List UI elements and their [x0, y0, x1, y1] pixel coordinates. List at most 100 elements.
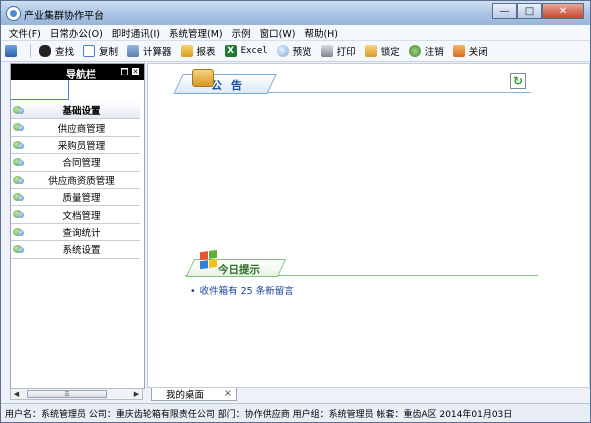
lock-icon [364, 45, 377, 57]
close-window-button[interactable]: ✕ [542, 3, 584, 19]
preview-button[interactable]: 预览 [276, 44, 312, 58]
sidebar-header: 导航栏 ■ ✕ [11, 64, 144, 81]
tab-my-desktop[interactable]: 我的桌面 × [151, 388, 237, 401]
calculator-label: 计算器 [143, 47, 172, 58]
nav-item-supplier-qualification[interactable]: 供应商资质管理 [11, 172, 140, 189]
notice-icon [192, 69, 214, 87]
excel-icon: X [224, 45, 237, 57]
menu-help[interactable]: 帮助(H) [304, 26, 338, 40]
find-button[interactable]: 查找 [39, 44, 74, 58]
close-label: 关闭 [468, 47, 488, 58]
close-icon: ✕ [558, 5, 568, 17]
report-button[interactable]: 报表 [180, 44, 216, 58]
sidebar-pin-button[interactable]: ■ [120, 67, 129, 76]
nav-item-supplier-management[interactable]: 供应商管理 [11, 119, 140, 137]
nav-item-label: 合同管理 [62, 158, 101, 170]
preview-label: 预览 [292, 47, 312, 58]
nav-item-label: 供应商管理 [57, 123, 106, 135]
window-controls: — □ ✕ [492, 3, 584, 19]
refresh-button[interactable]: ↻ [510, 73, 526, 89]
logout-button[interactable]: 注销 [408, 44, 444, 58]
nav-item-label: 质量管理 [62, 193, 101, 205]
app-logo-icon [6, 6, 21, 21]
nav-item-basic-settings[interactable]: 基础设置 [11, 102, 140, 120]
sidebar-title: 导航栏 [66, 70, 96, 81]
new-messages-link[interactable]: 收件箱有 25 条新留言 [190, 283, 294, 297]
lock-label: 锁定 [380, 47, 400, 58]
binoculars-icon [39, 45, 51, 57]
menu-window[interactable]: 窗口(W) [260, 26, 296, 40]
excel-button[interactable]: X Excel [224, 45, 268, 57]
copy-button[interactable]: 复制 [83, 44, 118, 58]
maximize-icon: □ [524, 5, 535, 17]
navigation-sidebar: 导航栏 ■ ✕ 基础设置 供应商管理 采购员管理 合同管理 供应商资质管理 质量… [10, 63, 145, 389]
menu-example[interactable]: 示例 [232, 26, 251, 40]
nav-item-label: 采购员管理 [57, 140, 106, 152]
document-tab-bar: 我的桌面 × [147, 387, 588, 402]
module-icon [13, 140, 24, 150]
module-icon [13, 157, 24, 167]
module-icon [13, 244, 24, 254]
calculator-button[interactable]: 计算器 [127, 44, 172, 58]
module-icon [13, 192, 24, 202]
tab-label: 我的桌面 [166, 390, 205, 401]
magnifier-icon [276, 45, 289, 57]
close-tab-icon[interactable]: × [224, 388, 232, 399]
refresh-icon: ↻ [512, 74, 524, 88]
printer-icon [320, 45, 333, 57]
menu-office[interactable]: 日常办公(O) [50, 26, 103, 40]
module-icon [13, 227, 24, 237]
sidebar-horizontal-scrollbar[interactable]: ◀ ☰ ▶ [10, 388, 143, 400]
app-window: 产业集群协作平台 — □ ✕ 文件(F) 日常办公(O) 即时通讯(I) 系统管… [0, 0, 591, 423]
copy-label: 复制 [99, 47, 119, 58]
module-icon [13, 105, 24, 115]
minimize-icon: — [499, 5, 510, 17]
excel-label: Excel [240, 46, 268, 56]
close-button[interactable]: 关闭 [452, 44, 488, 58]
menu-bar: 文件(F) 日常办公(O) 即时通讯(I) 系统管理(M) 示例 窗口(W) 帮… [1, 25, 590, 41]
nav-item-quality-management[interactable]: 质量管理 [11, 189, 140, 207]
pin-icon: ■ [121, 67, 128, 76]
toolbar: 查找 复制 计算器 报表 X Excel 预览 打印 锁定 注销 关闭 [1, 41, 590, 62]
nav-item-system-settings[interactable]: 系统设置 [11, 241, 140, 259]
nav-item-contract-management[interactable]: 合同管理 [11, 154, 140, 172]
tip-title: 今日提示 [218, 264, 260, 276]
menu-file[interactable]: 文件(F) [9, 26, 41, 40]
nav-item-label: 基础设置 [62, 106, 101, 118]
desktop-panel: 公告 ↻ 今日提示 收件箱有 25 条新留言 [147, 63, 590, 389]
nav-item-label: 系统设置 [62, 245, 101, 257]
print-button[interactable]: 打印 [320, 44, 356, 58]
toolbar-separator [30, 44, 31, 58]
windows-logo-icon [200, 249, 218, 271]
exit-button[interactable] [5, 45, 21, 57]
close-icon: ✕ [132, 67, 139, 76]
title-bar[interactable]: 产业集群协作平台 — □ ✕ [1, 1, 590, 25]
tree-connector [11, 99, 69, 100]
status-text: 用户名：系统管理员 公司：重庆齿轮箱有限责任公司 部门：协作供应商 用户组：系统… [5, 409, 513, 420]
nav-list: 基础设置 供应商管理 采购员管理 合同管理 供应商资质管理 质量管理 文档管理 … [11, 102, 140, 259]
menu-messaging[interactable]: 即时通讯(I) [112, 26, 160, 40]
logout-label: 注销 [424, 47, 444, 58]
lock-button[interactable]: 锁定 [364, 44, 400, 58]
report-label: 报表 [196, 47, 216, 58]
nav-item-label: 供应商资质管理 [48, 175, 115, 187]
menu-system[interactable]: 系统管理(M) [169, 26, 223, 40]
scroll-thumb[interactable]: ☰ [27, 390, 107, 398]
nav-item-query-statistics[interactable]: 查询统计 [11, 224, 140, 242]
scroll-left-icon[interactable]: ◀ [11, 389, 22, 399]
tree-connector [68, 80, 69, 100]
calculator-icon [127, 45, 140, 57]
nav-item-label: 查询统计 [62, 227, 101, 239]
find-label: 查找 [55, 47, 75, 58]
minimize-button[interactable]: — [492, 3, 517, 19]
close-door-icon [452, 45, 465, 57]
nav-item-document-management[interactable]: 文档管理 [11, 206, 140, 224]
scroll-right-icon[interactable]: ▶ [131, 389, 142, 399]
window-title: 产业集群协作平台 [24, 11, 104, 22]
print-label: 打印 [336, 47, 356, 58]
maximize-button[interactable]: □ [517, 3, 542, 19]
module-icon [13, 209, 24, 219]
nav-item-buyer-management[interactable]: 采购员管理 [11, 137, 140, 155]
notice-title: 公告 [211, 79, 251, 92]
sidebar-close-button[interactable]: ✕ [131, 67, 140, 76]
